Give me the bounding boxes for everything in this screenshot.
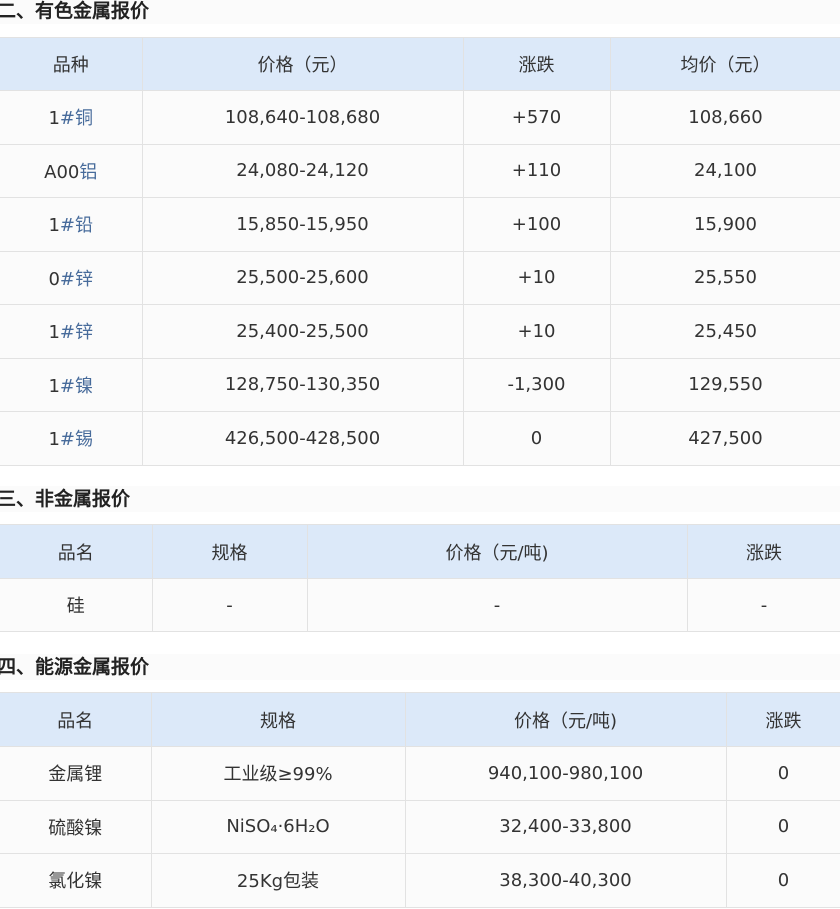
table-row: 1#镍 128,750-130,350 -1,300 129,550 [0, 357, 840, 412]
variety-cell: 1#铜 [0, 90, 143, 145]
price-cell: 426,500-428,500 [141, 411, 464, 466]
header-spec: 规格 [151, 524, 308, 579]
change-cell: -1,300 [462, 357, 611, 412]
header-price: 价格（元/吨) [306, 524, 688, 579]
table-header-row: 品种 价格（元） 涨跌 均价（元） [0, 37, 840, 91]
avg-price-cell: 24,100 [609, 143, 840, 198]
variety-cell: A00铝 [0, 143, 143, 198]
variety-prefix: 1 [48, 375, 60, 397]
header-name: 品名 [0, 524, 153, 579]
name-cell: 硫酸镍 [0, 799, 152, 854]
header-spec: 规格 [150, 692, 406, 747]
header-change: 涨跌 [462, 37, 611, 91]
change-cell: +570 [462, 90, 611, 145]
price-cell: 32,400-33,800 [404, 799, 727, 854]
energy-metal-price-table: 品名 规格 价格（元/吨) 涨跌 金属锂 工业级≥99% 940,100-980,1… [0, 692, 840, 908]
variety-cell: 0#锌 [0, 250, 143, 305]
section-title-energy-metal: 四、能源金属报价 [0, 654, 840, 680]
spec-cell: NiSO₄·6H₂O [150, 799, 406, 854]
section-title-nonmetal: 三、非金属报价 [0, 486, 840, 512]
table-row: 硫酸镍 NiSO₄·6H₂O 32,400-33,800 0 [0, 799, 840, 854]
variety-link[interactable]: #铜 [60, 108, 93, 129]
variety-prefix: 0 [48, 268, 60, 290]
avg-price-cell: 427,500 [609, 411, 840, 466]
section-title-nonferrous: 二、有色金属报价 [0, 0, 840, 24]
table-row: 1#锌 25,400-25,500 +10 25,450 [0, 304, 840, 359]
table-row: 1#铅 15,850-15,950 +100 15,900 [0, 197, 840, 252]
change-cell: +10 [462, 250, 611, 305]
table-row: 0#锌 25,500-25,600 +10 25,550 [0, 250, 840, 305]
variety-prefix: 1 [48, 215, 60, 237]
header-price: 价格（元/吨) [404, 692, 727, 747]
nonferrous-price-table: 品种 价格（元） 涨跌 均价（元） 1#铜 108,640-108,680 +570… [0, 37, 840, 466]
avg-price-cell: 108,660 [609, 90, 840, 145]
variety-link[interactable]: #锡 [60, 429, 93, 450]
header-change: 涨跌 [725, 692, 840, 747]
price-cell: 38,300-40,300 [404, 853, 727, 908]
table-row: 硅--- [0, 578, 840, 632]
table-row: 金属锂 工业级≥99% 940,100-980,100 0 [0, 746, 840, 801]
change-cell: +10 [462, 304, 611, 359]
table-row: A00铝 24,080-24,120 +110 24,100 [0, 143, 840, 198]
header-price: 价格（元） [141, 37, 464, 91]
change-cell: 0 [462, 411, 611, 466]
header-variety: 品种 [0, 37, 143, 91]
table-row: 氯化镍 25Kg包装 38,300-40,300 0 [0, 853, 840, 908]
change-cell: - [686, 578, 840, 632]
nonmetal-price-table: 品名 规格 价格（元/吨) 涨跌 硅--- [0, 524, 840, 632]
variety-link[interactable]: #铅 [60, 215, 93, 236]
name-cell: 氯化镍 [0, 853, 152, 908]
variety-prefix: A00 [44, 161, 80, 183]
avg-price-cell: 15,900 [609, 197, 840, 252]
price-cell: 128,750-130,350 [141, 357, 464, 412]
price-cell: 24,080-24,120 [141, 143, 464, 198]
header-name: 品名 [0, 692, 152, 747]
variety-prefix: 1 [48, 322, 60, 344]
variety-cell: 1#锡 [0, 411, 143, 466]
spec-cell: 工业级≥99% [150, 746, 406, 801]
variety-prefix: 1 [48, 108, 60, 130]
header-avg-price: 均价（元） [609, 37, 840, 91]
price-cell: - [306, 578, 688, 632]
variety-link[interactable]: #镍 [60, 376, 93, 397]
name-cell: 金属锂 [0, 746, 152, 801]
price-cell: 15,850-15,950 [141, 197, 464, 252]
variety-cell: 1#锌 [0, 304, 143, 359]
change-cell: +110 [462, 143, 611, 198]
name-cell: 硅 [0, 578, 153, 632]
avg-price-cell: 129,550 [609, 357, 840, 412]
variety-cell: 1#镍 [0, 357, 143, 412]
avg-price-cell: 25,450 [609, 304, 840, 359]
avg-price-cell: 25,550 [609, 250, 840, 305]
variety-prefix: 1 [48, 429, 60, 451]
table-header-row: 品名 规格 价格（元/吨) 涨跌 [0, 692, 840, 747]
variety-cell: 1#铅 [0, 197, 143, 252]
change-cell: 0 [725, 799, 840, 854]
price-cell: 25,400-25,500 [141, 304, 464, 359]
change-cell: 0 [725, 746, 840, 801]
variety-link[interactable]: 铝 [79, 162, 97, 183]
table-header-row: 品名 规格 价格（元/吨) 涨跌 [0, 524, 840, 579]
change-cell: +100 [462, 197, 611, 252]
table-row: 1#锡 426,500-428,500 0 427,500 [0, 411, 840, 466]
spec-cell: 25Kg包装 [150, 853, 406, 908]
table-row: 1#铜 108,640-108,680 +570 108,660 [0, 90, 840, 145]
price-cell: 25,500-25,600 [141, 250, 464, 305]
price-cell: 108,640-108,680 [141, 90, 464, 145]
change-cell: 0 [725, 853, 840, 908]
price-cell: 940,100-980,100 [404, 746, 727, 801]
spec-cell: - [151, 578, 308, 632]
variety-link[interactable]: #锌 [60, 269, 93, 290]
variety-link[interactable]: #锌 [60, 322, 93, 343]
header-change: 涨跌 [686, 524, 840, 579]
